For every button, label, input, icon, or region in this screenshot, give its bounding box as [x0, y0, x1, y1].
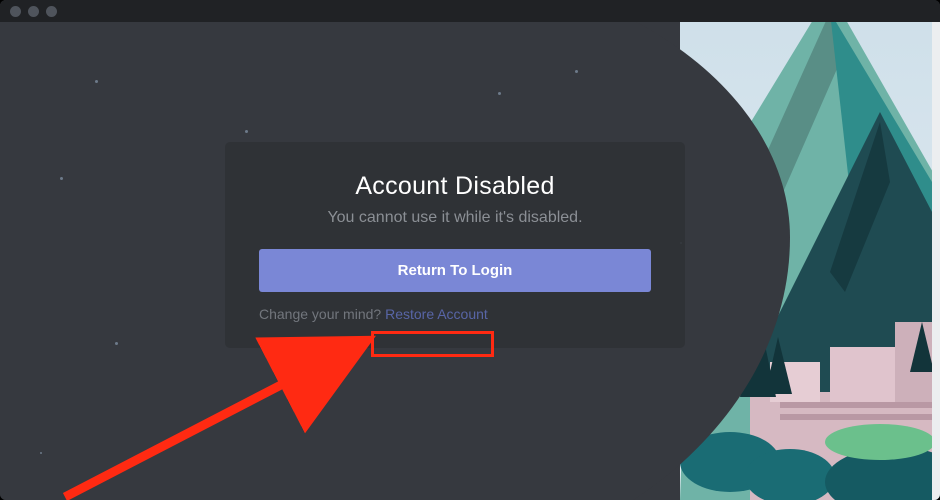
- maximize-icon[interactable]: [46, 6, 57, 17]
- app-window: Account Disabled You cannot use it while…: [0, 0, 940, 500]
- content-area: Account Disabled You cannot use it while…: [0, 22, 940, 500]
- close-icon[interactable]: [10, 6, 21, 17]
- restore-account-link[interactable]: Restore Account: [385, 306, 488, 322]
- footer-prompt: Change your mind?: [259, 306, 385, 322]
- minimize-icon[interactable]: [28, 6, 39, 17]
- modal-title: Account Disabled: [259, 172, 651, 201]
- titlebar: [0, 0, 940, 22]
- return-to-login-button[interactable]: Return To Login: [259, 249, 651, 292]
- modal-footer: Change your mind? Restore Account: [259, 306, 651, 322]
- modal-subtitle: You cannot use it while it's disabled.: [259, 209, 651, 227]
- scrollbar[interactable]: [932, 22, 940, 500]
- account-disabled-modal: Account Disabled You cannot use it while…: [225, 142, 685, 348]
